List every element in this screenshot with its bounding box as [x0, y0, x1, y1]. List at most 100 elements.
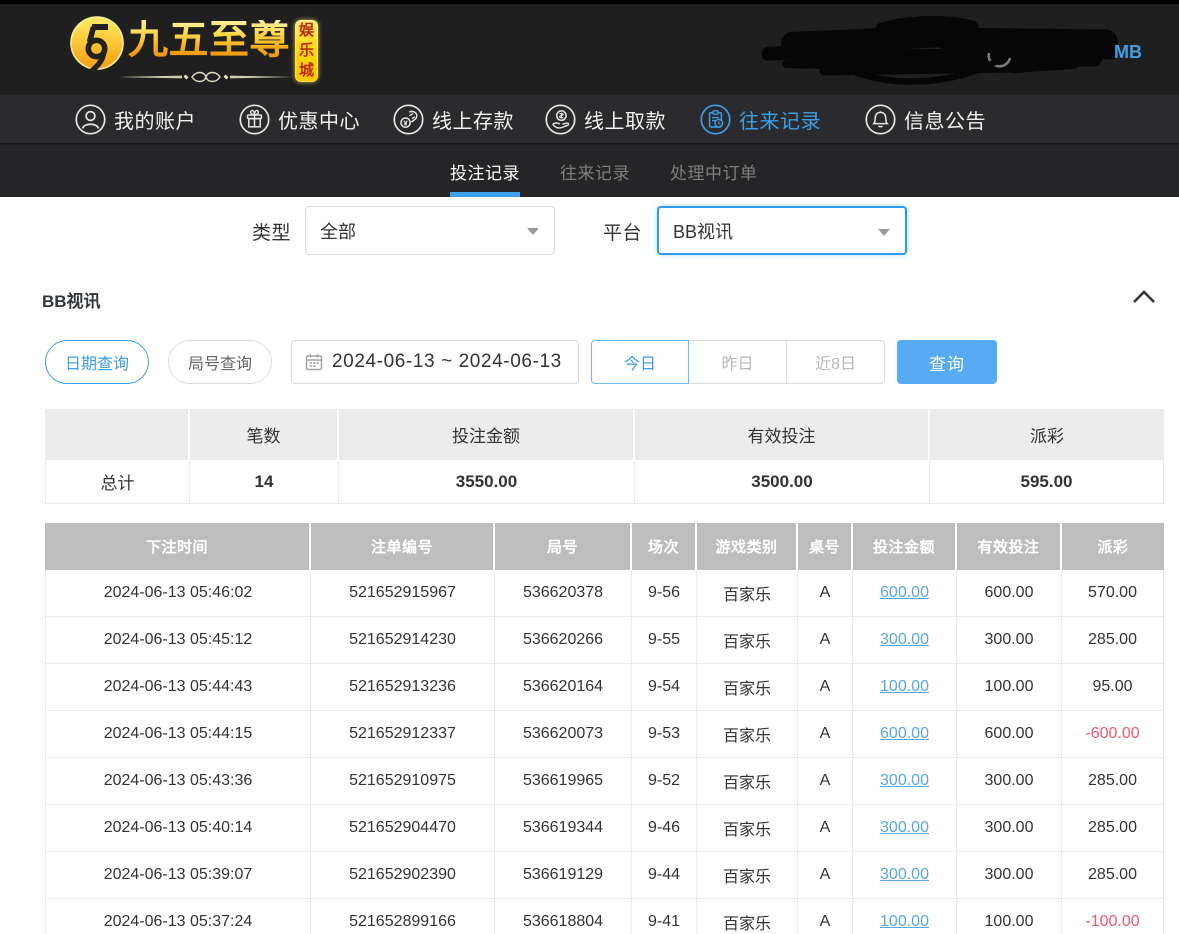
cell-session: 9-46: [632, 805, 697, 852]
cell-payout: 570.00: [1062, 570, 1164, 617]
cell-bet-time: 2024-06-13 05:43:36: [45, 758, 311, 805]
yesterday-label: 昨日: [721, 350, 753, 374]
cell-session: 9-54: [632, 664, 697, 711]
calendar-icon: [305, 353, 323, 371]
tab-label: 处理中订单: [670, 159, 758, 184]
cell-bet-amount-link[interactable]: 600.00: [853, 711, 957, 758]
cell-bet-id: 521652904470: [311, 805, 495, 852]
cell-round-id: 536619344: [495, 805, 632, 852]
round-query-label: 局号查询: [188, 350, 252, 374]
nav-item-online-withdrawal[interactable]: 线上取款: [545, 95, 666, 143]
cell-game-type: 百家乐: [697, 852, 798, 899]
cell-valid-bet: 100.00: [957, 664, 1062, 711]
cell-bet-amount-link[interactable]: 100.00: [853, 664, 957, 711]
cell-bet-amount-link[interactable]: 100.00: [853, 899, 957, 934]
summary-header-valid-bet: 有效投注: [635, 409, 930, 460]
cell-bet-amount-link[interactable]: 300.00: [853, 617, 957, 664]
summary-table-header: 笔数 投注金额 有效投注 派彩: [45, 409, 1164, 460]
tab-transaction-records[interactable]: 往来记录: [560, 145, 630, 197]
brand-logo-icon[interactable]: [70, 15, 125, 73]
table-row: 2024-06-13 05:46:02 521652915967 5366203…: [45, 570, 1164, 617]
summary-header-payout: 派彩: [930, 409, 1164, 460]
cell-round-id: 536618804: [495, 899, 632, 934]
tab-processing-orders[interactable]: 处理中订单: [670, 145, 758, 197]
nav-label: 信息公告: [904, 105, 986, 134]
summary-valid-bet-value: 3500.00: [635, 460, 930, 504]
nav-item-transaction-records[interactable]: 往来记录: [700, 95, 821, 143]
cell-bet-amount-link[interactable]: 300.00: [853, 852, 957, 899]
cell-bet-amount-link[interactable]: 300.00: [853, 758, 957, 805]
cell-table-no: A: [798, 664, 853, 711]
nav-label: 我的账户: [114, 105, 196, 134]
cell-table-no: A: [798, 758, 853, 805]
bet-records-body: 2024-06-13 05:46:02 521652915967 5366203…: [45, 570, 1164, 934]
cell-game-type: 百家乐: [697, 617, 798, 664]
table-row: 2024-06-13 05:44:15 521652912337 5366200…: [45, 711, 1164, 758]
chevron-down-icon: [878, 229, 890, 236]
summary-total-label: 总计: [45, 460, 190, 504]
cell-bet-time: 2024-06-13 05:37:24: [45, 899, 311, 934]
cell-payout: 285.00: [1062, 617, 1164, 664]
records-icon: [700, 104, 731, 135]
site-header: 九五至尊 娱 乐 城 MB: [0, 4, 1179, 95]
today-button[interactable]: 今日: [591, 340, 689, 384]
cell-round-id: 536619129: [495, 852, 632, 899]
cell-bet-id: 521652912337: [311, 711, 495, 758]
summary-header-bet-amount: 投注金额: [339, 409, 635, 460]
search-button[interactable]: 查询: [897, 340, 997, 384]
cell-valid-bet: 600.00: [957, 570, 1062, 617]
brand-title[interactable]: 九五至尊: [128, 20, 290, 60]
section-title: BB视讯: [42, 287, 101, 312]
nav-item-online-deposit[interactable]: 线上存款: [393, 95, 514, 143]
type-select[interactable]: 全部: [305, 206, 555, 255]
nav-item-promotions[interactable]: 优惠中心: [239, 95, 360, 143]
yesterday-button[interactable]: 昨日: [689, 340, 787, 384]
cell-bet-id: 521652910975: [311, 758, 495, 805]
cell-table-no: A: [798, 570, 853, 617]
tab-betting-records[interactable]: 投注记录: [450, 145, 520, 197]
chevron-up-icon[interactable]: [1132, 289, 1156, 304]
cell-round-id: 536620164: [495, 664, 632, 711]
nav-label: 线上存款: [432, 105, 514, 134]
cell-bet-id: 521652899166: [311, 899, 495, 934]
table-row: 2024-06-13 05:39:07 521652902390 5366191…: [45, 852, 1164, 899]
bet-records-header: 下注时间 注单编号 局号 场次 游戏类别 桌号 投注金额 有效投注 派彩: [45, 523, 1164, 570]
cell-bet-time: 2024-06-13 05:40:14: [45, 805, 311, 852]
cell-bet-amount-link[interactable]: 600.00: [853, 570, 957, 617]
date-query-button[interactable]: 日期查询: [45, 340, 149, 384]
sub-tabs: 投注记录 往来记录 处理中订单: [0, 145, 1179, 197]
platform-select-value: BB视讯: [673, 218, 733, 244]
cell-valid-bet: 600.00: [957, 711, 1062, 758]
round-query-button[interactable]: 局号查询: [168, 340, 272, 384]
nav-label: 往来记录: [739, 105, 821, 134]
cell-round-id: 536620073: [495, 711, 632, 758]
bell-icon: [865, 104, 896, 135]
cell-table-no: A: [798, 805, 853, 852]
date-range-input[interactable]: 2024-06-13 ~ 2024-06-13: [291, 340, 579, 384]
cell-session: 9-52: [632, 758, 697, 805]
tab-label: 往来记录: [560, 159, 630, 184]
summary-table: 笔数 投注金额 有效投注 派彩 总计 14 3550.00 3500.00 59…: [45, 409, 1164, 504]
col-bet-amount: 投注金额: [853, 523, 957, 570]
nav-item-my-account[interactable]: 我的账户: [75, 95, 196, 143]
col-round-id: 局号: [495, 523, 632, 570]
cell-bet-time: 2024-06-13 05:45:12: [45, 617, 311, 664]
cell-round-id: 536620378: [495, 570, 632, 617]
last8days-button[interactable]: 近8日: [787, 340, 885, 384]
main-content: 类型 全部 平台 BB视讯 BB视讯 日期查询 局号查询 2024-06-13 …: [0, 197, 1179, 934]
summary-count-value: 14: [190, 460, 339, 504]
tab-label: 投注记录: [450, 159, 520, 184]
table-row: 2024-06-13 05:43:36 521652910975 5366199…: [45, 758, 1164, 805]
cell-bet-amount-link[interactable]: 300.00: [853, 805, 957, 852]
cell-session: 9-53: [632, 711, 697, 758]
cell-payout: 285.00: [1062, 805, 1164, 852]
cell-game-type: 百家乐: [697, 711, 798, 758]
col-payout: 派彩: [1062, 523, 1164, 570]
summary-bet-amount-value: 3550.00: [339, 460, 635, 504]
platform-select[interactable]: BB视讯: [657, 206, 907, 255]
cell-table-no: A: [798, 852, 853, 899]
brand-badge: 娱 乐 城: [295, 20, 318, 82]
type-filter-label: 类型: [252, 218, 291, 245]
cell-game-type: 百家乐: [697, 758, 798, 805]
nav-item-announcements[interactable]: 信息公告: [865, 95, 986, 143]
